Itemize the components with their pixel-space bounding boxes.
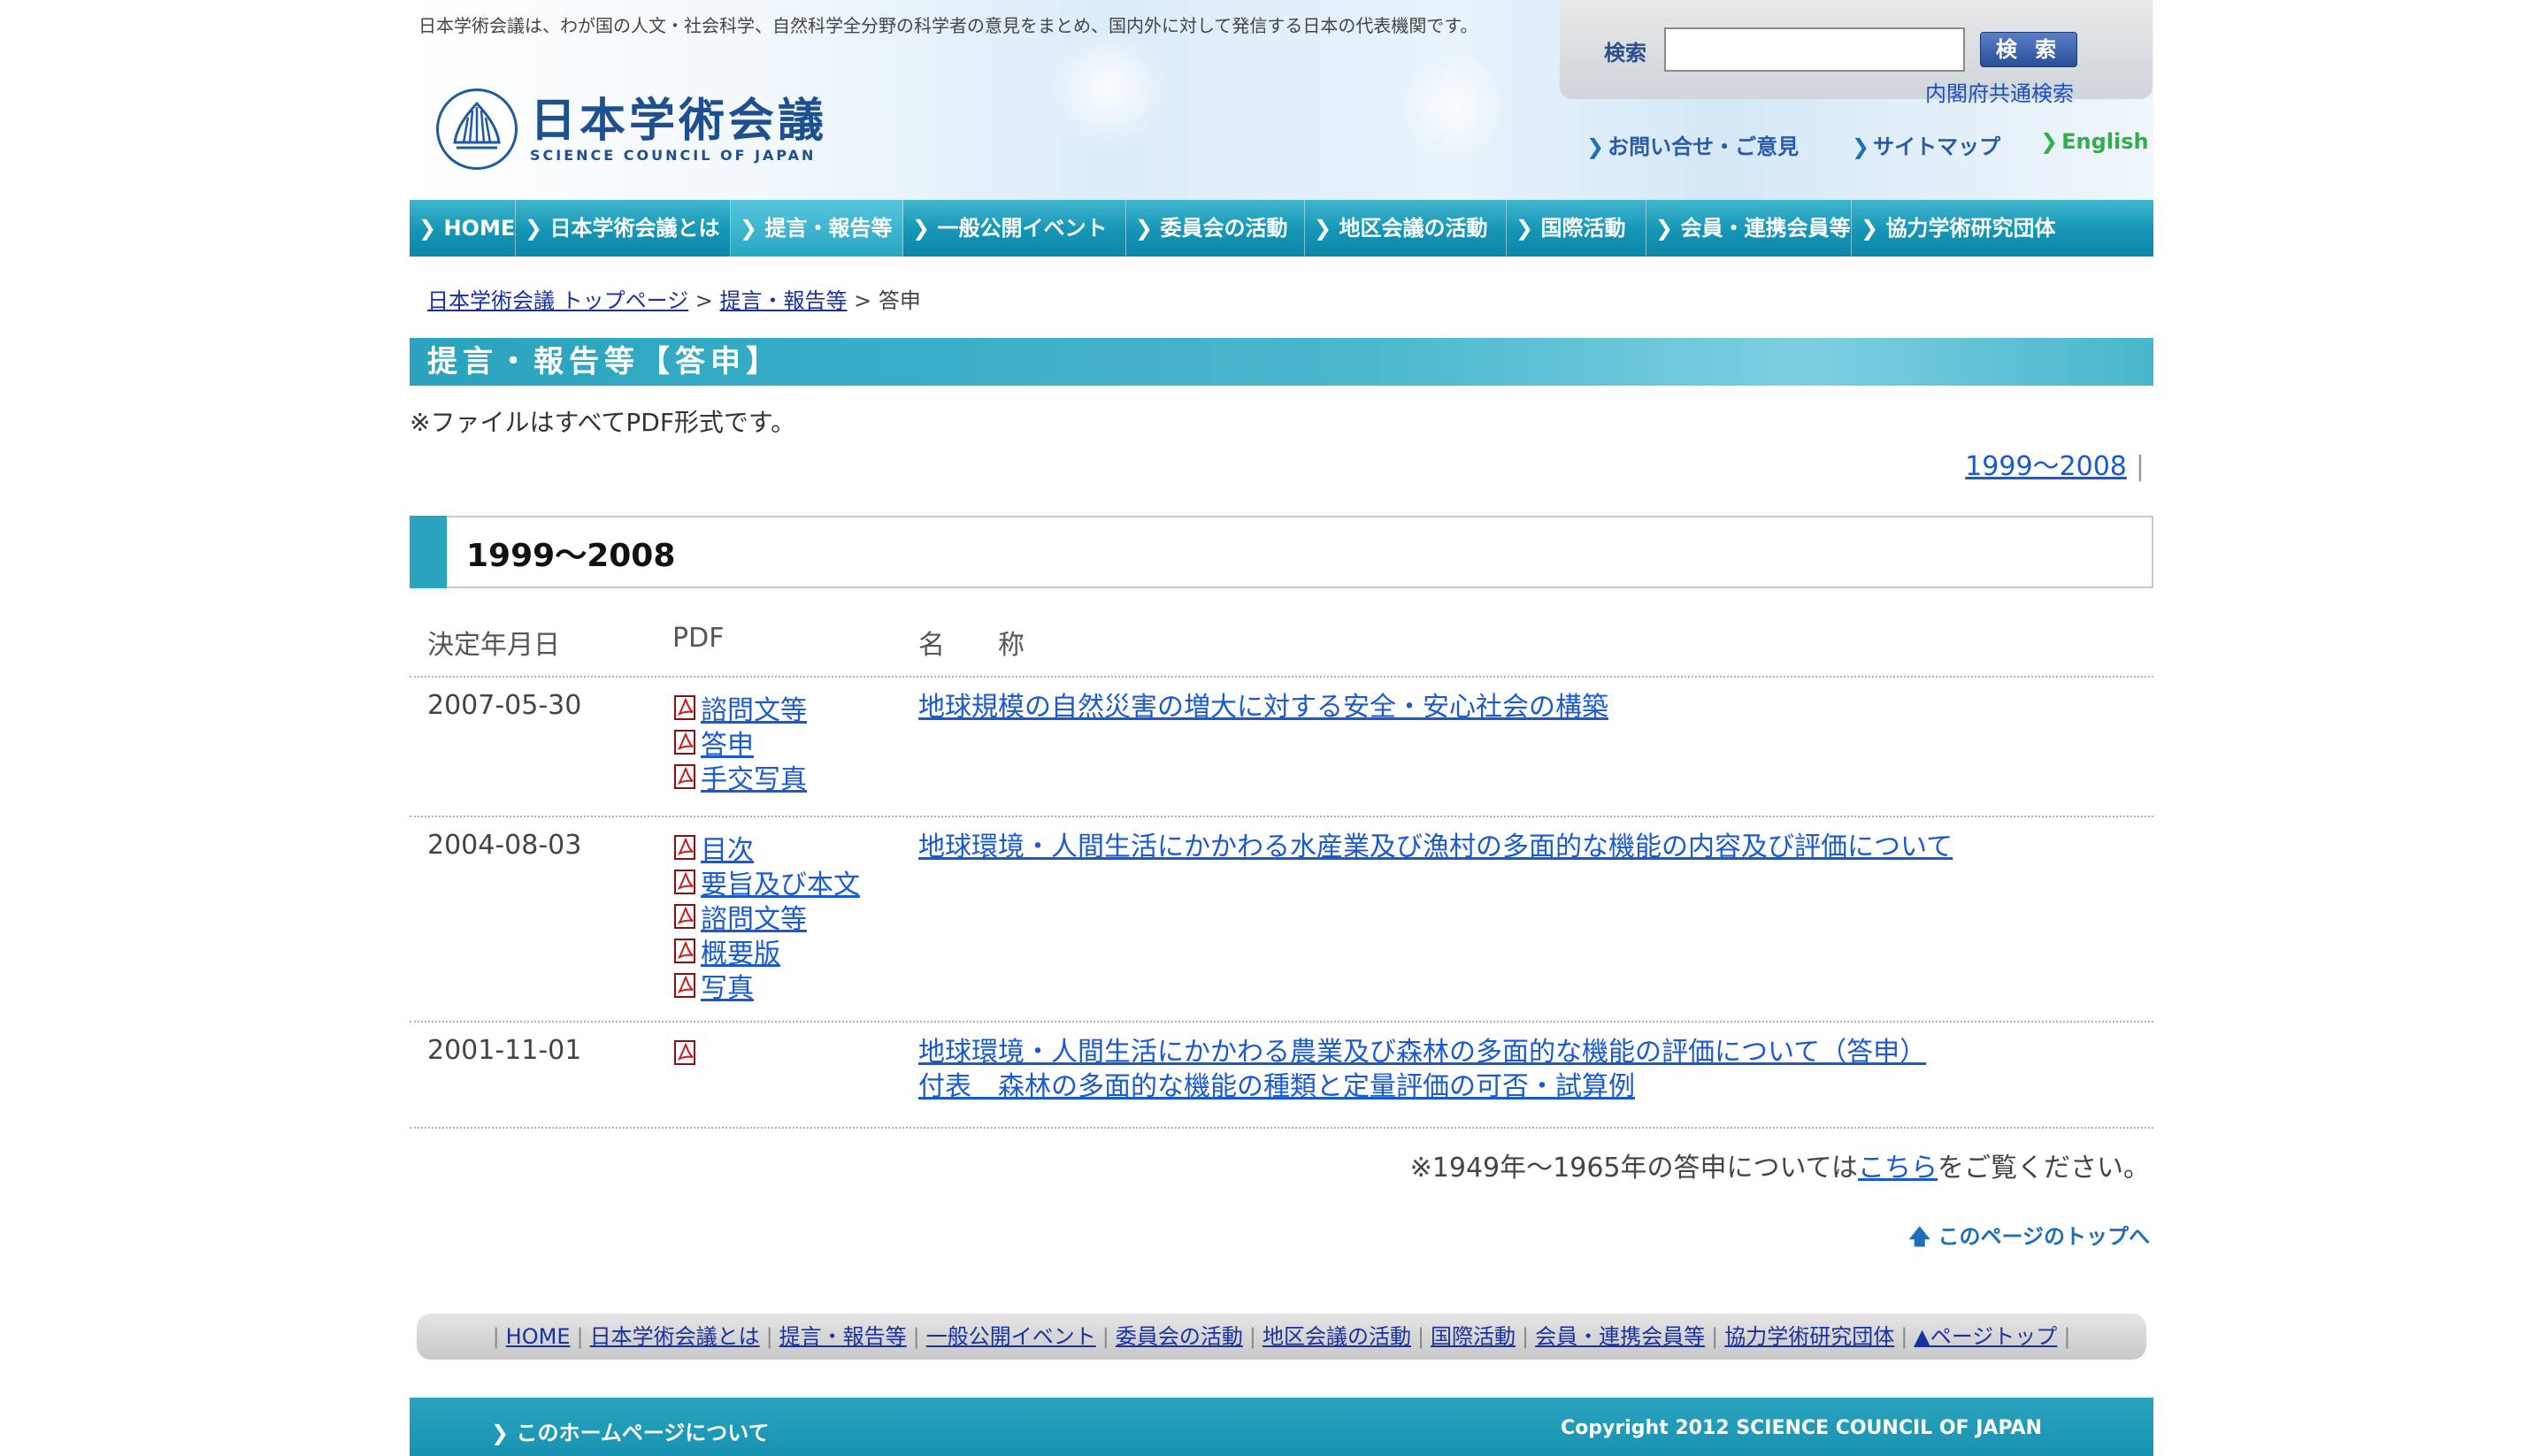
footer-link-reports[interactable]: 提言・報告等 <box>779 1324 907 1349</box>
row-pdf-list <box>672 1035 701 1069</box>
chevron-right-icon: ❯ <box>2040 129 2059 154</box>
nav-item-committees[interactable]: ❯ 委員会の活動 <box>1126 200 1305 257</box>
pdf-icon[interactable] <box>672 1039 699 1066</box>
pdf-format-note: ※ファイルはすべてPDF形式です。 <box>410 408 796 437</box>
header-decoration <box>1401 53 1507 159</box>
nav-item-reports[interactable]: ❯ 提言・報告等 <box>731 200 903 257</box>
search-input[interactable] <box>1664 27 1965 72</box>
nav-item-about[interactable]: ❯ 日本学術会議とは <box>516 200 731 257</box>
breadcrumb: 日本学術会議 トップページ > 提言・報告等 > 答申 <box>427 288 921 313</box>
footer-link-members[interactable]: 会員・連携会員等 <box>1535 1324 1705 1349</box>
arrow-up-icon: 🡅 <box>1908 1224 1931 1249</box>
pdf-link[interactable]: 諮問文等 <box>701 688 807 727</box>
page-title: 提言・報告等【答申】 <box>410 338 2153 386</box>
footer-link-home[interactable]: HOME <box>506 1324 571 1349</box>
pdf-icon <box>674 903 695 929</box>
table-row: 2004-08-03 目次 要旨及び本文 諮問文等 概要版 写真 地球環境・人間… <box>410 817 2153 1023</box>
pdf-link[interactable]: 概要版 <box>701 931 780 970</box>
pdf-icon <box>674 938 695 963</box>
cabinet-office-search-link[interactable]: 内閣府共通検索 <box>1925 76 2074 107</box>
nav-item-academic-orgs[interactable]: ❯ 協力学術研究団体 <box>1852 200 2153 257</box>
site-logo[interactable]: 日本学術会議 SCIENCE COUNCIL OF JAPAN <box>436 88 827 170</box>
footer-link-events[interactable]: 一般公開イベント <box>926 1324 1096 1349</box>
global-nav: ❯ HOME ❯ 日本学術会議とは ❯ 提言・報告等 ❯ 一般公開イベント ❯ … <box>410 200 2153 257</box>
copyright: Copyright 2012 SCIENCE COUNCIL OF JAPAN <box>1561 1417 2042 1439</box>
footer-link-international[interactable]: 国際活動 <box>1431 1324 1516 1349</box>
pdf-link[interactable]: 要旨及び本文 <box>701 862 860 901</box>
sitemap-link[interactable]: ❯ サイトマップ <box>1852 129 2000 160</box>
pdf-icon <box>674 972 695 998</box>
chevron-right-icon: ❯ <box>1852 134 1870 159</box>
breadcrumb-current: 答申 <box>878 288 921 313</box>
section-heading-bar <box>410 516 447 588</box>
report-appendix-link[interactable]: 付表 森林の多面的な機能の種類と定量評価の可否・試算例 <box>918 1069 1926 1104</box>
logo-text-jp: 日本学術会議 <box>530 93 828 148</box>
archive-link[interactable]: こちら <box>1858 1153 1938 1184</box>
footer-nav: | HOME | 日本学術会議とは | 提言・報告等 | 一般公開イベント | 委員会の活動 | 地区… <box>417 1314 2146 1360</box>
report-title-link[interactable]: 地球規模の自然災害の増大に対する安全・安心社会の構築 <box>918 690 1608 724</box>
footer-link-pagetop[interactable]: ▲ページトップ <box>1914 1324 2057 1349</box>
pdf-icon <box>674 763 695 789</box>
pdf-icon <box>674 694 695 720</box>
reports-table: 決定年月日 PDF 名 称 2007-05-30 諮問文等 答申 手交写真 地球… <box>410 610 2153 1129</box>
pdf-icon <box>674 869 695 894</box>
search-label: 検索 <box>1604 41 1646 65</box>
chevron-right-icon: ❯ <box>1586 134 1605 159</box>
header-name: 名 称 <box>918 630 1025 661</box>
archive-footnote: ※1949年〜1965年の答申についてはこちらをご覧ください。 <box>1409 1153 2150 1184</box>
row-date: 2007-05-30 <box>427 690 582 721</box>
row-date: 2001-11-01 <box>427 1035 582 1066</box>
breadcrumb-section-link[interactable]: 提言・報告等 <box>720 288 848 313</box>
footer-link-committees[interactable]: 委員会の活動 <box>1116 1324 1243 1349</box>
row-date: 2004-08-03 <box>427 830 582 861</box>
report-title-link[interactable]: 地球環境・人間生活にかかわる農業及び森林の多面的な機能の評価について（答申） <box>918 1035 1926 1069</box>
search-button[interactable]: 検 索 <box>1980 32 2077 67</box>
pdf-link[interactable]: 写真 <box>701 966 754 1005</box>
row-name: 地球環境・人間生活にかかわる水産業及び漁村の多面的な機能の内容及び評価について <box>918 830 1953 864</box>
nav-item-events[interactable]: ❯ 一般公開イベント <box>903 200 1126 257</box>
row-pdf-list: 目次 要旨及び本文 諮問文等 概要版 写真 <box>672 828 860 1005</box>
pdf-icon <box>674 729 695 755</box>
footer-link-academic-orgs[interactable]: 協力学術研究団体 <box>1724 1324 1894 1349</box>
footer-link-about[interactable]: 日本学術会議とは <box>590 1324 760 1349</box>
header-pdf: PDF <box>672 623 725 654</box>
table-header-row: 決定年月日 PDF 名 称 <box>410 610 2153 678</box>
pdf-link[interactable]: 手交写真 <box>701 757 807 796</box>
logo-emblem-icon <box>436 88 518 170</box>
header-decoration <box>1047 27 1170 150</box>
table-row: 2001-11-01 地球環境・人間生活にかかわる農業及び森林の多面的な機能の評… <box>410 1023 2153 1129</box>
pdf-icon <box>674 834 695 860</box>
year-nav: 1999〜2008 | <box>1965 451 2145 482</box>
footer-link-regional[interactable]: 地区会議の活動 <box>1262 1324 1411 1349</box>
pdf-link[interactable]: 目次 <box>701 828 754 867</box>
table-row: 2007-05-30 諮問文等 答申 手交写真 地球規模の自然災害の増大に対する… <box>410 678 2153 817</box>
contact-link[interactable]: ❯ お問い合せ・ご意見 <box>1586 129 1799 160</box>
site-header: 日本学術会議は、わが国の人文・社会科学、自然科学全分野の科学者の意見をまとめ、国… <box>410 0 2153 200</box>
year-link[interactable]: 1999〜2008 <box>1965 451 2127 482</box>
english-link[interactable]: ❯ English <box>2040 129 2149 154</box>
nav-item-home[interactable]: ❯ HOME <box>410 200 516 257</box>
header-date: 決定年月日 <box>427 630 560 661</box>
nav-item-international[interactable]: ❯ 国際活動 <box>1507 200 1646 257</box>
report-title-link[interactable]: 地球環境・人間生活にかかわる水産業及び漁村の多面的な機能の内容及び評価について <box>918 830 1953 864</box>
about-site-link[interactable]: ❯ このホームページについて <box>491 1415 770 1446</box>
breadcrumb-home-link[interactable]: 日本学術会議 トップページ <box>427 288 688 313</box>
logo-text-en: SCIENCE COUNCIL OF JAPAN <box>530 146 817 164</box>
pdf-link[interactable]: 答申 <box>701 723 754 762</box>
nav-item-members[interactable]: ❯ 会員・連携会員等 <box>1646 200 1852 257</box>
site-tagline: 日本学術会議は、わが国の人文・社会科学、自然科学全分野の科学者の意見をまとめ、国… <box>418 15 1478 36</box>
row-name: 地球規模の自然災害の増大に対する安全・安心社会の構築 <box>918 690 1608 724</box>
section-heading-text: 1999〜2008 <box>466 538 676 574</box>
site-footer: ❯ このホームページについて Copyright 2012 SCIENCE CO… <box>410 1398 2153 1456</box>
nav-item-regional[interactable]: ❯ 地区会議の活動 <box>1305 200 1507 257</box>
pdf-link[interactable]: 諮問文等 <box>701 897 807 936</box>
row-pdf-list: 諮問文等 答申 手交写真 <box>672 688 807 796</box>
row-name: 地球環境・人間生活にかかわる農業及び森林の多面的な機能の評価について（答申） 付… <box>918 1035 1926 1104</box>
page-top-link[interactable]: 🡅 このページのトップへ <box>1908 1219 2150 1258</box>
section-heading: 1999〜2008 <box>410 516 2153 588</box>
